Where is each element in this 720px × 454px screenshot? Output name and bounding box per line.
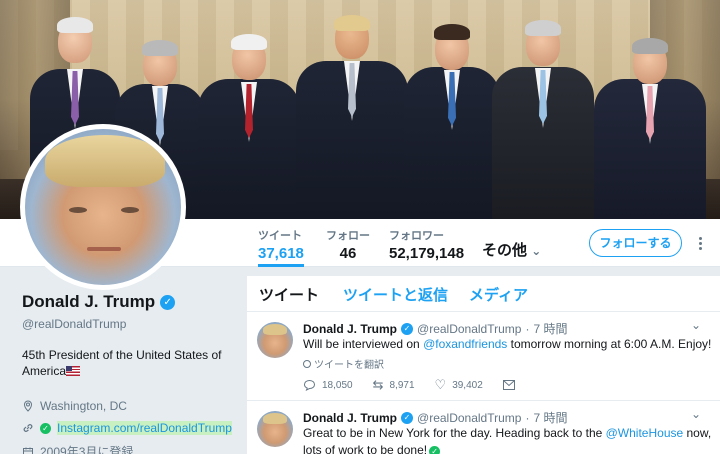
stat-followers-value: 52,179,148 [389, 245, 465, 262]
profile-bio: 45th President of the United States of A… [22, 347, 222, 379]
verified-badge-icon: ✓ [160, 294, 176, 310]
check-circle-icon: ✓ [40, 422, 51, 434]
tweet-text: Will be interviewed on @foxandfriends to… [303, 336, 713, 353]
direct-message-button[interactable] [502, 380, 515, 390]
tweet-dot: · [525, 410, 530, 425]
tweet-time[interactable]: 7 時間 [533, 320, 567, 337]
timeline-tabs: ツイート ツイートと返信 メディア [247, 276, 720, 312]
verified-badge-icon: ✓ [401, 322, 414, 335]
tweet-author-name[interactable]: Donald J. Trump [303, 411, 397, 425]
banner-person [296, 9, 408, 219]
translate-tweet[interactable]: ツイートを翻訳 [303, 356, 384, 371]
check-mark-icon: ✓ [429, 446, 441, 454]
tweet-author-name[interactable]: Donald J. Trump [303, 322, 397, 336]
tweet[interactable]: Donald J. Trump ✓ @realDonaldTrump · 7 時… [247, 312, 720, 401]
profile-location: Washington, DC [22, 399, 232, 413]
stat-following-label: フォロー [326, 230, 370, 242]
link-icon [23, 424, 33, 432]
translate-label: ツイートを翻訳 [314, 360, 384, 371]
stat-followers[interactable]: フォロワー 52,179,148 [389, 227, 464, 262]
stat-following[interactable]: フォロー 46 [326, 227, 370, 262]
tab-media[interactable]: メディア [469, 284, 528, 305]
tweet-author-handle[interactable]: @realDonaldTrump [417, 411, 521, 425]
profile-website-link[interactable]: Instagram.com/realDonaldTrump [57, 421, 232, 435]
tweet-mention-link[interactable]: @foxandfriends [423, 337, 507, 351]
tweet-actions: 18,050 ⇆ 8,971 ♡ 39,402 [303, 377, 535, 393]
tweet-time[interactable]: 7 時間 [533, 409, 567, 426]
tweet[interactable]: Donald J. Trump ✓ @realDonaldTrump · 7 時… [247, 401, 720, 454]
stat-following-value: 46 [339, 245, 357, 262]
profile-handle[interactable]: @realDonaldTrump [22, 317, 232, 331]
chevron-down-icon: ⌄ [531, 244, 542, 258]
reply-icon [303, 379, 316, 391]
stat-tweets-value: 37,618 [258, 245, 304, 262]
tweet-mention-link[interactable]: @WhiteHouse [606, 426, 684, 440]
tweet-author-handle[interactable]: @realDonaldTrump [417, 322, 521, 336]
banner-person [198, 24, 300, 219]
retweet-button[interactable]: ⇆ 8,971 [373, 377, 415, 393]
us-flag-icon [66, 366, 81, 376]
tweet-avatar[interactable] [257, 322, 293, 358]
profile-location-text: Washington, DC [40, 399, 127, 413]
tweet-header: Donald J. Trump ✓ @realDonaldTrump · 7 時… [303, 320, 567, 337]
tab-tweets[interactable]: ツイート [259, 284, 319, 305]
tweet-header: Donald J. Trump ✓ @realDonaldTrump · 7 時… [303, 409, 567, 426]
profile-bio-text: 45th President of the United States of A… [22, 348, 222, 378]
tweet-text-after: tomorrow morning at 6:00 A.M. Enjoy! [507, 337, 712, 351]
profile-name-row: Donald J. Trump ✓ [22, 292, 232, 312]
tweet-avatar[interactable] [257, 411, 293, 447]
reply-count: 18,050 [322, 379, 353, 391]
like-count: 39,402 [452, 379, 483, 391]
banner-person [594, 34, 706, 219]
profile-avatar[interactable] [20, 124, 186, 290]
tweet-dot: · [525, 321, 530, 336]
heart-icon: ♡ [434, 377, 447, 392]
globe-icon [303, 359, 311, 368]
banner-person [492, 14, 594, 219]
tweet-text: Great to be in New York for the day. Hea… [303, 425, 713, 454]
follow-button[interactable]: フォローする [589, 229, 682, 257]
retweet-count: 8,971 [389, 379, 415, 391]
more-label: その他 [482, 242, 528, 259]
timeline: ツイート ツイートと返信 メディア Donald J. Trump ✓ @rea… [247, 276, 720, 454]
profile-joined-text: 2009年3月に登録 [40, 445, 134, 454]
retweet-icon: ⇆ [372, 377, 384, 392]
like-button[interactable]: ♡ 39,402 [435, 377, 483, 393]
chevron-down-icon[interactable]: ⌄ [691, 407, 701, 421]
more-menu[interactable]: その他 ⌄ [482, 239, 541, 260]
profile-name[interactable]: Donald J. Trump [22, 292, 155, 312]
tab-tweets-replies[interactable]: ツイートと返信 [343, 284, 448, 305]
profile-website: ✓ Instagram.com/realDonaldTrump [22, 421, 232, 435]
tweet-text-before: Will be interviewed on [303, 337, 424, 351]
chevron-down-icon[interactable]: ⌄ [691, 318, 701, 332]
stat-tweets[interactable]: ツイート 37,618 [258, 227, 304, 267]
stat-tweets-label: ツイート [258, 230, 302, 242]
calendar-icon [23, 447, 33, 454]
verified-badge-icon: ✓ [401, 411, 414, 424]
banner-person [404, 14, 500, 219]
stat-followers-label: フォロワー [389, 230, 444, 242]
profile-joined: 2009年3月に登録 [22, 443, 232, 454]
more-options-icon[interactable] [696, 235, 704, 253]
reply-button[interactable]: 18,050 [303, 379, 353, 391]
envelope-icon [502, 380, 515, 390]
profile-card: Donald J. Trump ✓ @realDonaldTrump 45th … [22, 292, 232, 454]
tweet-text-before: Great to be in New York for the day. Hea… [303, 426, 606, 440]
location-pin-icon [23, 400, 33, 412]
